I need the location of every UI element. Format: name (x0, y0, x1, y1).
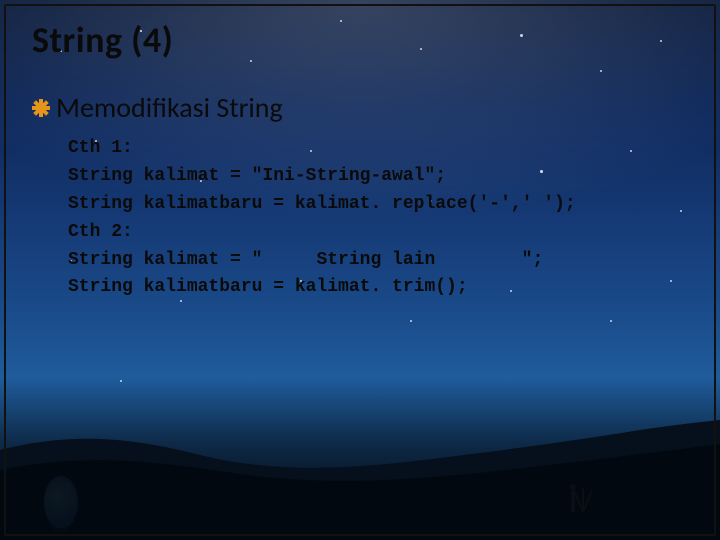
diamond-bullet-icon (32, 99, 50, 117)
slide-title: String (4) (32, 18, 694, 62)
code-line: String kalimatbaru = kalimat. replace('-… (68, 194, 576, 214)
subheading-text: Memodifikasi String (56, 90, 283, 125)
code-line: String kalimatbaru = kalimat. trim(); (68, 277, 468, 297)
code-block: Cth 1: String kalimat = "Ini-String-awal… (68, 135, 694, 302)
code-line: Cth 2: (68, 222, 133, 242)
code-line: String kalimat = "Ini-String-awal"; (68, 166, 446, 186)
code-line: Cth 1: (68, 138, 133, 158)
code-line: String kalimat = " String lain "; (68, 250, 543, 270)
slide-content: String (4) Memodifikasi String Cth 1: St… (0, 0, 720, 540)
subheading-row: Memodifikasi String (32, 90, 694, 125)
